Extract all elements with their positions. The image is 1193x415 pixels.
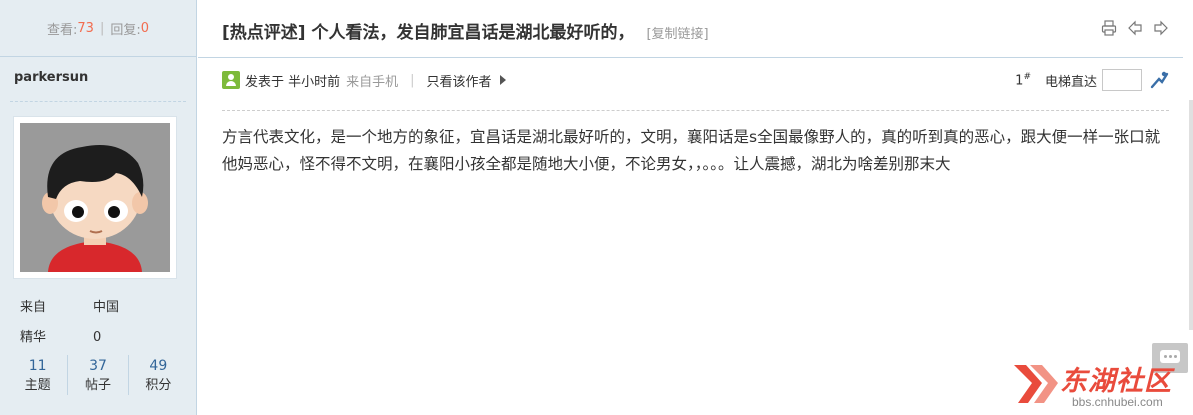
post-nav: 1# 电梯直达 (1015, 69, 1169, 91)
author-counts: 11 主题 37 帖子 49 积分 (8, 355, 188, 395)
thread-tools (1101, 20, 1169, 36)
jump-label: 电梯直达 (1044, 74, 1097, 90)
copy-link-button[interactable]: [复制链接] (646, 23, 708, 42)
floor-number: 1# (1015, 72, 1031, 88)
author-sidebar: 查看: 73 | 回复: 0 parkersun 来自 中国 精华 0 11 主… (0, 0, 197, 415)
posted-time: 发表于 半小时前 (245, 74, 341, 90)
title-row: [热点评述] 个人看法，发自肺宜昌话是湖北最好听的， [复制链接] (222, 18, 709, 43)
poster-icon (222, 71, 240, 89)
count-points[interactable]: 49 积分 (127, 355, 188, 395)
count-value[interactable]: 37 (68, 355, 127, 377)
from-label: 来自 (20, 300, 47, 315)
from-value: 中国 (93, 300, 120, 315)
reply-count: 0 (140, 20, 149, 36)
site-logo[interactable]: 东湖社区 bbs.cnhubei.com (1010, 355, 1185, 413)
only-author-link[interactable]: 只看该作者 (427, 71, 492, 90)
post-main: [热点评述] 个人看法，发自肺宜昌话是湖北最好听的， [复制链接] 发表于 半小… (198, 0, 1183, 415)
reply-label: 回复: (110, 22, 141, 38)
scrollbar[interactable] (1189, 100, 1193, 330)
jump-go-icon[interactable] (1149, 70, 1169, 90)
thread-stats: 查看: 73 | 回复: 0 (0, 0, 196, 57)
count-label: 帖子 (84, 378, 111, 393)
author-info: 来自 中国 精华 0 (20, 298, 119, 358)
meta-divider (222, 110, 1169, 111)
triangle-right-icon[interactable] (499, 75, 506, 85)
from-mobile: 来自手机 (346, 74, 399, 90)
info-row-from: 来自 中国 (20, 298, 119, 328)
avatar-image (20, 123, 170, 272)
page-title: [热点评述] 个人看法，发自肺宜昌话是湖北最好听的， (222, 23, 635, 43)
author-name[interactable]: parkersun (0, 57, 196, 101)
view-label: 查看: (47, 22, 78, 38)
next-thread-icon[interactable] (1153, 20, 1169, 36)
post-content: 方言代表文化，是一个地方的象征，宜昌话是湖北最好听的，文明，襄阳话是s全国最像野… (222, 128, 1161, 173)
count-label: 积分 (145, 378, 172, 393)
count-value[interactable]: 11 (8, 355, 67, 377)
info-row-digest: 精华 0 (20, 328, 119, 358)
floor-jump-input[interactable] (1102, 69, 1142, 91)
logo-mark-icon (1014, 365, 1058, 403)
digest-label: 精华 (20, 330, 47, 345)
meta-separator: | (410, 72, 415, 88)
count-value[interactable]: 49 (129, 355, 188, 377)
count-topics[interactable]: 11 主题 (8, 355, 67, 395)
view-count: 73 (77, 20, 94, 36)
count-label: 主题 (24, 378, 51, 393)
logo-url: bbs.cnhubei.com (1072, 395, 1163, 409)
stats-separator: | (99, 20, 105, 36)
prev-thread-icon[interactable] (1127, 20, 1143, 36)
count-posts[interactable]: 37 帖子 (67, 355, 127, 395)
logo-name: 东湖社区 (1060, 366, 1172, 397)
post-meta: 发表于 半小时前 来自手机 | 只看该作者 1# 电梯直达 (222, 69, 1169, 91)
digest-value: 0 (93, 330, 102, 345)
floor-sup: # (1023, 71, 1031, 82)
header-divider (198, 57, 1183, 58)
avatar[interactable] (13, 116, 177, 279)
author-divider (10, 101, 186, 102)
print-icon[interactable] (1101, 20, 1117, 36)
